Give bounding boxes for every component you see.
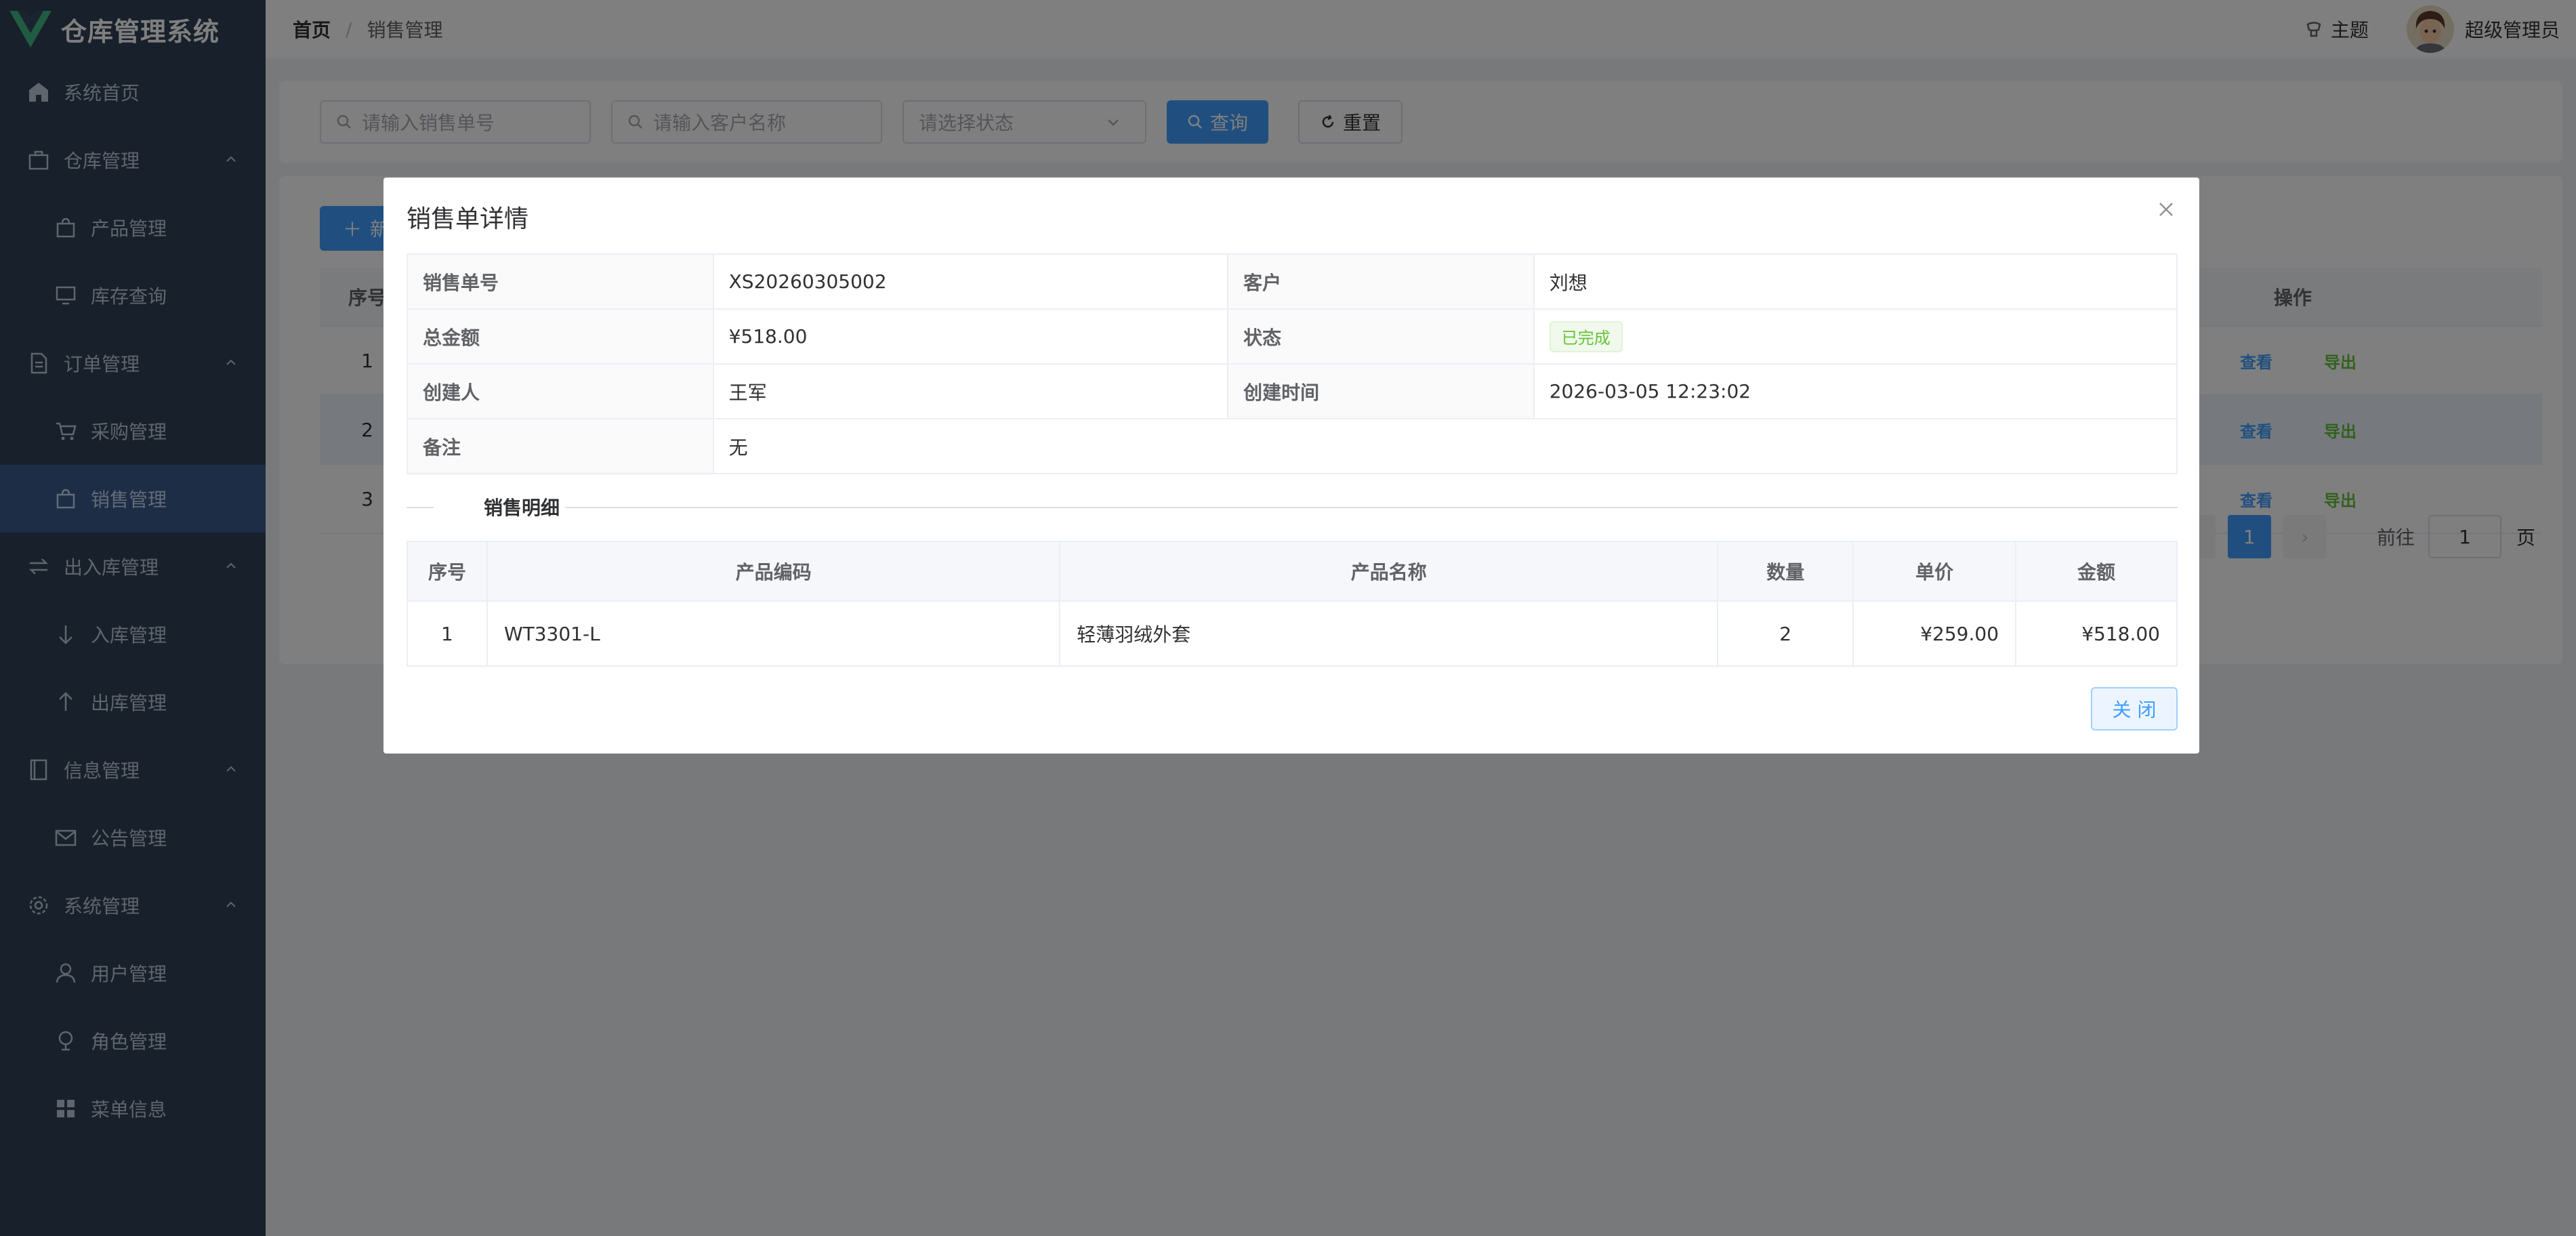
section-title: 销售明细	[484, 497, 560, 519]
detail-cell-index: 1	[407, 600, 488, 667]
sale-detail-table: 序号 产品编码 产品名称 数量 单价 金额 1 WT3301-L 轻薄羽绒外套 2 ¥259.00…	[407, 541, 2178, 667]
total-value: ¥518.00	[712, 308, 1229, 365]
customer-value: 刘想	[1533, 253, 2178, 310]
divider-line-left	[407, 507, 434, 508]
created-at-label: 创建时间	[1227, 363, 1535, 419]
close-button[interactable]: 关 闭	[2091, 687, 2178, 730]
detail-header-cell: 金额	[2015, 541, 2178, 602]
status-badge: 已完成	[1549, 321, 1623, 352]
detail-header-cell: 单价	[1852, 541, 2017, 602]
detail-cell-code: WT3301-L	[486, 600, 1061, 667]
status-label: 状态	[1227, 308, 1535, 365]
creator-value: 王军	[712, 363, 1229, 419]
table-row: 1 WT3301-L 轻薄羽绒外套 2 ¥259.00 ¥518.00	[407, 600, 2178, 667]
customer-label: 客户	[1227, 253, 1535, 310]
detail-header-cell: 产品编码	[486, 541, 1061, 602]
order-no-value: XS20260305002	[712, 253, 1229, 310]
detail-cell-amount: ¥518.00	[2015, 600, 2178, 667]
section-divider: 销售明细	[407, 493, 2178, 520]
remark-value: 无	[712, 418, 2178, 474]
detail-header-cell: 产品名称	[1059, 541, 1719, 602]
remark-label: 备注	[407, 418, 714, 474]
detail-header-cell: 序号	[407, 541, 488, 602]
status-cell: 已完成	[1533, 308, 2178, 365]
detail-cell-qty: 2	[1717, 600, 1854, 667]
creator-label: 创建人	[407, 363, 714, 419]
dialog-title: 销售单详情	[407, 205, 529, 233]
order-descriptions: 销售单号 XS20260305002 客户 刘想 总金额 ¥518.00 状态 …	[407, 253, 2178, 474]
close-icon[interactable]	[2156, 199, 2176, 220]
detail-cell-name: 轻薄羽绒外套	[1059, 600, 1719, 667]
detail-header-row: 序号 产品编码 产品名称 数量 单价 金额	[407, 541, 2178, 602]
total-label: 总金额	[407, 308, 714, 365]
divider-line-right	[565, 507, 2178, 508]
sale-detail-dialog: 销售单详情 销售单号 XS20260305002 客户 刘想 总金额 ¥518.…	[383, 178, 2199, 754]
detail-header-cell: 数量	[1717, 541, 1854, 602]
created-at-value: 2026-03-05 12:23:02	[1533, 363, 2178, 419]
order-no-label: 销售单号	[407, 253, 714, 310]
detail-cell-price: ¥259.00	[1852, 600, 2017, 667]
